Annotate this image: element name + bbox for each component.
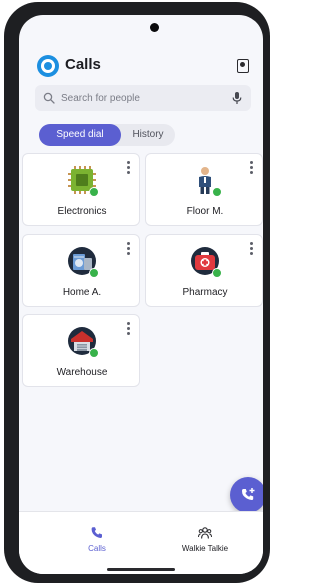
person-icon — [190, 165, 222, 197]
app-header: Calls — [19, 15, 263, 83]
presence-available-badge — [89, 187, 99, 197]
speed-dial-card-pharmacy[interactable]: Pharmacy — [145, 234, 263, 307]
phone-icon — [91, 527, 102, 538]
tab-speed-dial[interactable]: Speed dial — [39, 124, 121, 146]
nav-label-walkie-talkie: Walkie Talkie — [181, 544, 229, 553]
speed-dial-card-floor-m[interactable]: Floor M. — [145, 153, 263, 226]
front-camera — [150, 23, 159, 32]
mic-icon[interactable] — [231, 91, 243, 105]
view-tabs: Speed dial History — [39, 124, 175, 146]
first-aid-kit-icon — [190, 246, 222, 278]
contact-card-icon[interactable] — [237, 59, 249, 73]
presence-available-badge — [212, 187, 222, 197]
search-bar[interactable] — [35, 85, 251, 111]
presence-available-badge — [212, 268, 222, 278]
page-title: Calls — [65, 56, 101, 73]
more-options-icon[interactable] — [248, 160, 254, 174]
nav-label-calls: Calls — [88, 544, 106, 553]
phone-frame: Calls Speed dial History — [4, 2, 270, 583]
tab-history[interactable]: History — [121, 124, 175, 146]
appliances-icon — [67, 246, 99, 278]
speed-dial-card-home-a[interactable]: Home A. — [22, 234, 140, 307]
add-call-button[interactable] — [230, 477, 263, 513]
speed-dial-card-warehouse[interactable]: Warehouse — [22, 314, 140, 387]
add-call-icon — [242, 488, 255, 500]
app-screen: Calls Speed dial History — [19, 15, 263, 574]
speed-dial-label: Floor M. — [186, 206, 224, 217]
calls-app-logo — [37, 55, 59, 77]
more-options-icon[interactable] — [248, 241, 254, 255]
walkie-talkie-icon — [198, 527, 212, 539]
more-options-icon[interactable] — [125, 160, 131, 174]
speed-dial-card-electronics[interactable]: Electronics — [22, 153, 140, 226]
more-options-icon[interactable] — [125, 321, 131, 335]
bottom-navigation: Calls Walkie Talkie — [19, 511, 263, 574]
warehouse-icon — [67, 326, 99, 358]
nav-item-walkie-talkie[interactable]: Walkie Talkie — [155, 512, 255, 556]
search-icon — [43, 92, 55, 104]
speed-dial-label: Warehouse — [56, 367, 108, 378]
presence-available-badge — [89, 348, 99, 358]
more-options-icon[interactable] — [125, 241, 131, 255]
speed-dial-label: Home A. — [62, 287, 102, 298]
speed-dial-label: Pharmacy — [182, 287, 228, 298]
circuit-chip-icon — [67, 165, 99, 197]
home-indicator[interactable] — [107, 568, 175, 571]
nav-item-calls[interactable]: Calls — [47, 512, 147, 556]
search-input[interactable] — [61, 85, 227, 111]
presence-available-badge — [89, 268, 99, 278]
speed-dial-label: Electronics — [57, 206, 107, 217]
